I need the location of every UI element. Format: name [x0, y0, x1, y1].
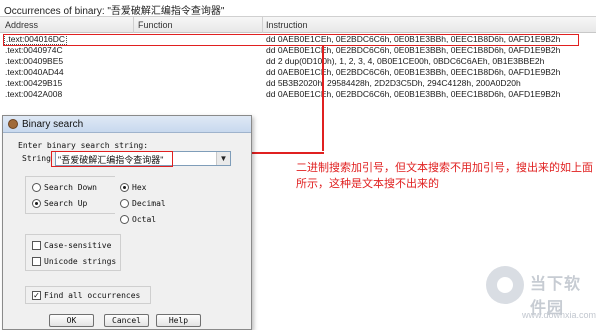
table-row[interactable]: .text:0040974C dd 0AEB0E1CEh, 0E2BDC6C6h…: [0, 45, 596, 56]
case-sensitive-checkbox[interactable]: [32, 241, 41, 250]
row-instruction: dd 5B3B2020h, 29584428h, 2D2D3C5Dh, 294C…: [266, 78, 521, 88]
format-group: Hex Decimal Octal: [115, 176, 175, 229]
row-address: .text:00409BE5: [5, 56, 64, 66]
occurrences-title-bar: Occurrences of binary: "吾爱破解汇编指令查询器": [0, 0, 596, 17]
options-group: Case-sensitive Unicode strings: [25, 234, 121, 271]
table-row[interactable]: .text:004016DC dd 0AEB0E1CEh, 0E2BDC6C6h…: [0, 34, 596, 45]
annotation-highlight-string: [51, 151, 173, 167]
watermark: 当下软件园 www.downxia.com: [486, 262, 596, 330]
search-up-radio[interactable]: [32, 199, 41, 208]
table-row[interactable]: .text:00409BE5 dd 2 dup(0D100h), 1, 2, 3…: [0, 56, 596, 67]
find-all-label[interactable]: Find all occurrences: [44, 290, 140, 301]
row-address: .text:00429B15: [5, 78, 63, 88]
ok-button[interactable]: OK: [49, 314, 94, 327]
column-separator[interactable]: [133, 17, 134, 33]
downxia-logo-icon: [486, 266, 524, 304]
row-instruction: dd 0AEB0E1CEh, 0E2BDC6C6h, 0E0B1E3BBh, 0…: [266, 34, 561, 44]
octal-radio[interactable]: [120, 215, 129, 224]
column-function[interactable]: Function: [138, 20, 173, 30]
search-down-radio[interactable]: [32, 183, 41, 192]
octal-label[interactable]: Octal: [132, 214, 156, 225]
row-instruction: dd 2 dup(0D100h), 1, 2, 3, 4, 0B0E1CE00h…: [266, 56, 545, 66]
dialog-title: Binary search: [22, 119, 84, 130]
column-address[interactable]: Address: [5, 20, 38, 30]
watermark-url: www.downxia.com: [522, 310, 596, 320]
binary-search-dialog: Binary search Enter binary search string…: [2, 115, 252, 330]
row-instruction: dd 0AEB0E1CEh, 0E2BDC6C6h, 0E0B1E3BBh, 0…: [266, 67, 561, 77]
column-instruction[interactable]: Instruction: [266, 20, 308, 30]
decimal-radio[interactable]: [120, 199, 129, 208]
hex-label[interactable]: Hex: [132, 182, 146, 193]
cancel-button[interactable]: Cancel: [104, 314, 149, 327]
decimal-label[interactable]: Decimal: [132, 198, 166, 209]
hex-radio[interactable]: [120, 183, 129, 192]
table-row[interactable]: .text:0040AD44 dd 0AEB0E1CEh, 0E2BDC6C6h…: [0, 67, 596, 78]
find-all-group: ✓ Find all occurrences: [25, 286, 151, 304]
ida-app-icon: [8, 119, 18, 129]
direction-group: Search Down Search Up: [25, 176, 121, 214]
unicode-strings-label[interactable]: Unicode strings: [44, 256, 116, 267]
row-address: .text:004016DC: [4, 34, 68, 45]
row-address: .text:0040974C: [5, 45, 63, 55]
occurrences-list: .text:004016DC dd 0AEB0E1CEh, 0E2BDC6C6h…: [0, 34, 596, 100]
search-up-label[interactable]: Search Up: [44, 198, 87, 209]
unicode-strings-checkbox[interactable]: [32, 257, 41, 266]
table-row[interactable]: .text:00429B15 dd 5B3B2020h, 29584428h, …: [0, 78, 596, 89]
column-header: Address Function Instruction: [0, 17, 596, 33]
annotation-arrow-vertical: [322, 46, 324, 151]
row-instruction: dd 0AEB0E1CEh, 0E2BDC6C6h, 0E0B1E3BBh, 0…: [266, 89, 561, 99]
dialog-title-bar[interactable]: Binary search: [3, 116, 251, 133]
annotation-note: 二进制搜索加引号，但文本搜索不用加引号，搜出来的如上面所示，这种是文本搜不出来的: [296, 162, 593, 190]
chevron-down-icon[interactable]: ▼: [216, 152, 230, 165]
case-sensitive-label[interactable]: Case-sensitive: [44, 240, 111, 251]
column-separator[interactable]: [262, 17, 263, 33]
search-down-label[interactable]: Search Down: [44, 182, 97, 193]
string-label: String: [22, 154, 51, 163]
row-instruction: dd 0AEB0E1CEh, 0E2BDC6C6h, 0E0B1E3BBh, 0…: [266, 45, 561, 55]
occurrences-title: Occurrences of binary: "吾爱破解汇编指令查询器": [4, 6, 225, 17]
find-all-checkbox[interactable]: ✓: [32, 291, 41, 300]
help-button[interactable]: Help: [156, 314, 201, 327]
table-row[interactable]: .text:0042A008 dd 0AEB0E1CEh, 0E2BDC6C6h…: [0, 89, 596, 100]
row-address: .text:0042A008: [5, 89, 63, 99]
search-prompt-label: Enter binary search string:: [18, 141, 149, 150]
row-address: .text:0040AD44: [5, 67, 64, 77]
